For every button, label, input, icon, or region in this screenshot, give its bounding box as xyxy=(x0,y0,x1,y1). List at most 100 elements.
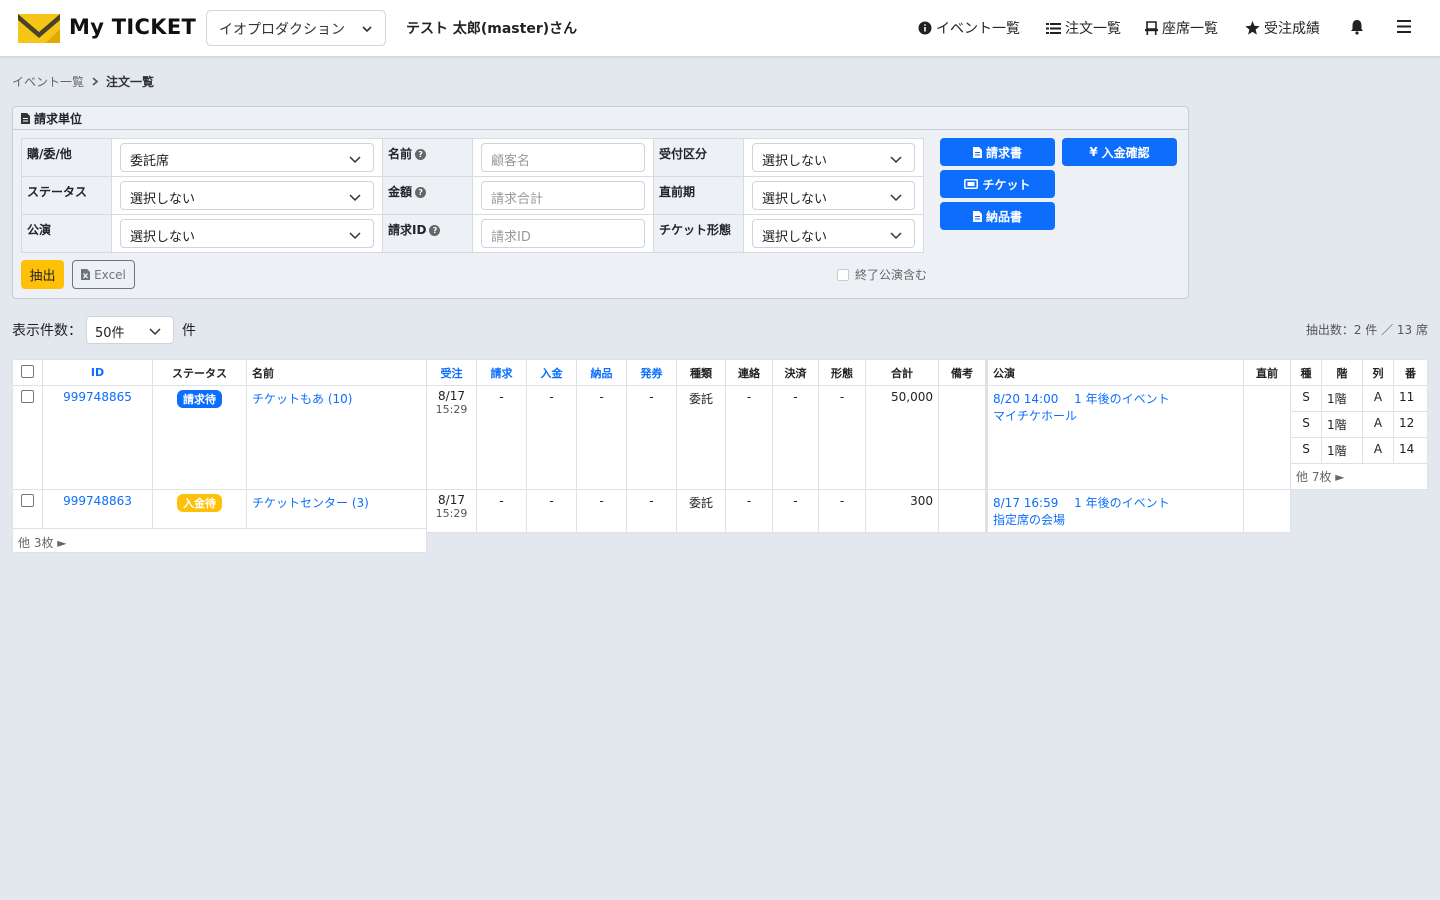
organization-value: イオプロダクション xyxy=(219,22,345,38)
brand-logo[interactable] xyxy=(18,14,60,43)
name-input[interactable]: 顧客名 xyxy=(481,143,645,172)
nav-sales[interactable]: 受注成績 xyxy=(1245,18,1320,38)
ticket-button-label: チケット xyxy=(982,177,1031,192)
row-checkbox[interactable] xyxy=(21,390,34,403)
payment-cell: - xyxy=(526,489,577,533)
nav-seats[interactable]: 座席一覧 xyxy=(1145,18,1218,38)
performance-select[interactable]: 選択しない xyxy=(120,219,374,248)
ticket-form-select[interactable]: 選択しない xyxy=(752,219,915,248)
include-ended-toggle[interactable]: 終了公演含む xyxy=(837,266,927,283)
type-cell: 委託席 xyxy=(111,138,383,177)
form-cell: - xyxy=(818,385,866,490)
invoice-button[interactable]: 請求書 xyxy=(940,138,1055,166)
contact-cell: - xyxy=(725,489,773,533)
select-all-checkbox[interactable] xyxy=(21,364,34,378)
table-row[interactable]: 999748865 請求待 チケットもあ (10) 8/17 15:29 - - … xyxy=(12,385,1428,490)
order-time: 15:29 xyxy=(435,403,468,416)
kind-cell: 委託 xyxy=(676,489,726,533)
last-minute-cell: 選択しない xyxy=(743,176,924,215)
invoice-cell: - xyxy=(476,489,527,533)
type-select-value: 委託席 xyxy=(130,154,170,169)
nav-orders[interactable]: 注文一覧 xyxy=(1046,18,1121,38)
performance-title[interactable]: 1 年後のイベント xyxy=(1074,392,1169,406)
name-cell: 顧客名 xyxy=(472,138,654,177)
extract-button[interactable]: 抽出 xyxy=(21,260,64,289)
performance-title[interactable]: 1 年後のイベント xyxy=(1074,496,1169,510)
status-select[interactable]: 選択しない xyxy=(120,181,374,210)
filter-panel: 請求単位 購/委/他 委託席 名前? 顧客名 受付区分 選択しない ステータス … xyxy=(12,106,1189,299)
col-status: ステータス xyxy=(152,359,247,386)
chevron-right-icon xyxy=(92,77,99,86)
order-id-link[interactable]: 999748863 xyxy=(63,494,132,508)
venue-link[interactable]: 指定席の会場 xyxy=(993,513,1065,527)
last-minute-select[interactable]: 選択しない xyxy=(752,181,915,210)
row-select-cell xyxy=(12,489,43,533)
empty-seat-area xyxy=(1290,489,1428,533)
performance-cell: 8/17 16:59 1 年後のイベント 指定席の会場 xyxy=(985,489,1244,533)
breadcrumb-parent[interactable]: イベント一覧 xyxy=(12,73,84,90)
venue-link[interactable]: マイチケホール xyxy=(993,409,1077,423)
include-ended-checkbox[interactable] xyxy=(837,268,849,281)
total-cell: 300 xyxy=(865,489,939,533)
page-size-unit: 件 xyxy=(182,323,196,339)
amount-label-text: 金額 xyxy=(388,185,413,199)
col-id[interactable]: ID xyxy=(42,359,153,386)
chevron-down-icon xyxy=(349,156,361,164)
row-checkbox[interactable] xyxy=(21,494,34,507)
delivery-note-button[interactable]: 納品書 xyxy=(940,202,1055,230)
delivery-cell: - xyxy=(576,385,627,490)
customer-name-link[interactable]: チケットもあ (10) xyxy=(252,392,352,406)
file-icon xyxy=(972,146,982,158)
performance-datetime[interactable]: 8/17 16:59 xyxy=(993,496,1058,510)
organization-select[interactable]: イオプロダクション xyxy=(206,10,386,46)
last-minute-select-value: 選択しない xyxy=(762,192,828,207)
nav-events-label: イベント一覧 xyxy=(936,21,1020,37)
help-icon[interactable]: ? xyxy=(429,225,441,236)
more-seats-toggle[interactable]: 他 7枚 ► xyxy=(1290,463,1428,490)
col-contact: 連絡 xyxy=(725,359,773,386)
col-order[interactable]: 受注 xyxy=(426,359,477,386)
page-size-control: 表示件数： 50件 件 xyxy=(12,316,196,344)
performance-datetime[interactable]: 8/20 14:00 xyxy=(993,392,1058,406)
col-invoice[interactable]: 請求 xyxy=(476,359,527,386)
reception-select[interactable]: 選択しない xyxy=(752,143,915,172)
chevron-down-icon xyxy=(149,328,161,336)
chevron-down-icon xyxy=(890,194,902,202)
top-header: My TICKET イオプロダクション テスト 太郎(master)さん イベン… xyxy=(0,0,1440,56)
order-date-cell: 8/17 15:29 xyxy=(426,489,477,533)
page-size-select[interactable]: 50件 xyxy=(86,316,174,344)
breadcrumb-current: 注文一覧 xyxy=(106,75,155,89)
seat-row-cell: A xyxy=(1362,437,1394,464)
payment-cell: - xyxy=(526,385,577,490)
help-icon[interactable]: ? xyxy=(415,187,427,198)
note-cell xyxy=(938,385,987,490)
table-row[interactable]: 999748863 入金待 チケットセンター (3) 8/17 15:29 - -… xyxy=(12,489,1428,533)
last-minute-label: 直前期 xyxy=(653,176,744,215)
nav-events[interactable]: イベント一覧 xyxy=(918,18,1020,38)
filter-form: 購/委/他 委託席 名前? 顧客名 受付区分 選択しない ステータス 選択しない… xyxy=(21,138,924,253)
col-name: 名前 xyxy=(246,359,427,386)
order-id-link[interactable]: 999748865 xyxy=(63,390,132,404)
kind-cell: 委託 xyxy=(676,385,726,490)
more-seats-toggle[interactable]: 他 3枚 ► xyxy=(12,528,427,553)
ticket-button[interactable]: チケット xyxy=(940,170,1055,198)
col-issue[interactable]: 発券 xyxy=(626,359,677,386)
brand-name[interactable]: My TICKET xyxy=(69,15,196,39)
seat-row-cell: A xyxy=(1362,385,1394,412)
excel-button[interactable]: Excel xyxy=(72,260,135,289)
customer-name-link[interactable]: チケットセンター (3) xyxy=(252,496,369,510)
col-row: 列 xyxy=(1362,359,1394,386)
help-icon[interactable]: ? xyxy=(415,149,427,160)
menu-icon[interactable] xyxy=(1397,20,1411,33)
col-payment[interactable]: 入金 xyxy=(526,359,577,386)
settle-cell: - xyxy=(772,385,819,490)
col-delivery[interactable]: 納品 xyxy=(576,359,627,386)
seat-type-cell: S xyxy=(1290,385,1322,412)
type-select[interactable]: 委託席 xyxy=(120,143,374,172)
amount-input[interactable]: 請求合計 xyxy=(481,181,645,210)
payment-confirm-button[interactable]: ¥ 入金確認 xyxy=(1062,138,1177,166)
bell-icon[interactable] xyxy=(1350,19,1364,35)
invoice-id-input[interactable]: 請求ID xyxy=(481,219,645,248)
delivery-cell: - xyxy=(576,489,627,533)
nav-seats-label: 座席一覧 xyxy=(1162,21,1218,37)
